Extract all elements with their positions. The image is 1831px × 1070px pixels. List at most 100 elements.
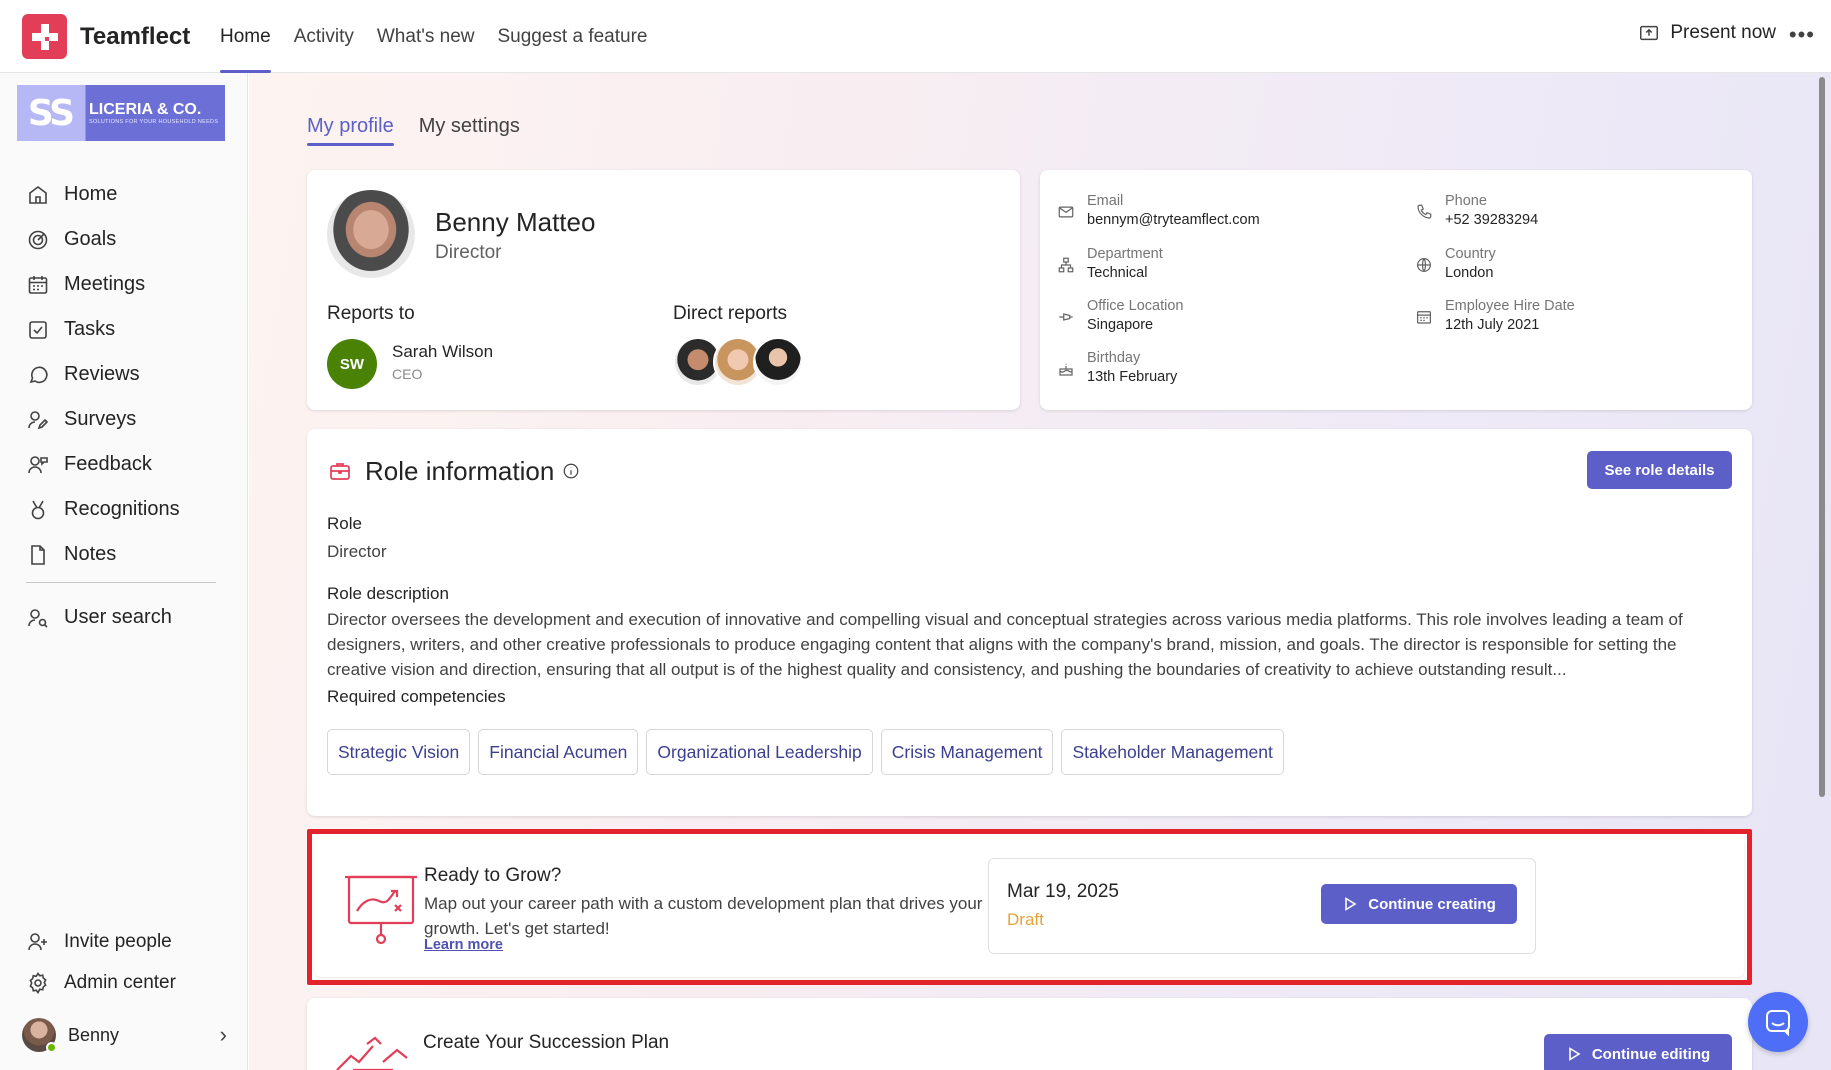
birthday-label: Birthday bbox=[1087, 350, 1141, 366]
email-label: Email bbox=[1087, 193, 1124, 209]
email-field: Email bennym@tryteamflect.com bbox=[1057, 193, 1260, 228]
avatar[interactable] bbox=[753, 337, 803, 387]
teamflect-logo-icon[interactable] bbox=[22, 14, 67, 59]
invite-people-button[interactable]: Invite people bbox=[0, 921, 248, 962]
sidebar-item-label: Home bbox=[64, 183, 118, 205]
office-location-field: Office Location Singapore bbox=[1057, 298, 1183, 333]
share-screen-icon bbox=[1640, 25, 1659, 41]
nav-suggest-feature[interactable]: Suggest a feature bbox=[497, 0, 647, 73]
sidebar-item-notes[interactable]: Notes bbox=[0, 532, 248, 577]
manager-avatar[interactable]: SW bbox=[327, 339, 377, 389]
profile-avatar bbox=[327, 190, 415, 278]
current-user-name: Benny bbox=[68, 1024, 120, 1045]
tab-my-settings[interactable]: My settings bbox=[419, 115, 520, 144]
sidebar-item-label: Surveys bbox=[64, 408, 137, 430]
avatar bbox=[22, 1018, 57, 1053]
play-icon bbox=[1569, 1047, 1581, 1061]
department-field: Department Technical bbox=[1057, 246, 1163, 281]
continue-creating-button[interactable]: Continue creating bbox=[1321, 884, 1517, 924]
chat-icon bbox=[1766, 1010, 1790, 1037]
survey-icon bbox=[28, 410, 49, 429]
admin-center-label: Admin center bbox=[64, 971, 176, 993]
status-badge: Draft bbox=[1007, 910, 1044, 929]
presentation-chart-icon bbox=[345, 875, 417, 945]
hire-date-field: Employee Hire Date 12th July 2021 bbox=[1415, 298, 1575, 333]
briefcase-icon bbox=[330, 463, 350, 480]
chat-support-button[interactable] bbox=[1748, 992, 1808, 1052]
play-icon bbox=[1345, 897, 1357, 911]
see-role-details-button[interactable]: See role details bbox=[1587, 451, 1732, 489]
current-user-menu[interactable]: Benny › bbox=[22, 1017, 227, 1053]
sidebar-item-recognitions[interactable]: Recognitions bbox=[0, 487, 248, 532]
role-label: Role bbox=[327, 514, 362, 533]
profile-card: Benny Matteo Director Reports to Direct … bbox=[307, 170, 1020, 410]
tab-my-profile[interactable]: My profile bbox=[307, 115, 394, 146]
nav-whats-new[interactable]: What's new bbox=[377, 0, 475, 73]
hire-date-value: 12th July 2021 bbox=[1445, 317, 1540, 333]
sidebar-item-reviews[interactable]: Reviews bbox=[0, 352, 248, 397]
sidebar-item-label: Feedback bbox=[64, 453, 152, 475]
reports-to-label: Reports to bbox=[327, 303, 415, 324]
sidebar-item-label: Recognitions bbox=[64, 498, 180, 520]
admin-center-button[interactable]: Admin center bbox=[0, 962, 248, 1003]
competency-chip[interactable]: Crisis Management bbox=[880, 729, 1054, 775]
ready-to-grow-card: Ready to Grow? Map out your career path … bbox=[307, 829, 1752, 985]
succession-plan-title: Create Your Succession Plan bbox=[423, 1032, 670, 1053]
competency-chip[interactable]: Financial Acumen bbox=[478, 729, 639, 775]
required-competencies-label: Required competencies bbox=[327, 687, 506, 706]
ready-to-grow-description: Map out your career path with a custom d… bbox=[424, 894, 983, 938]
contact-card: Email bennym@tryteamflect.com Phone +52 39… bbox=[1040, 170, 1752, 410]
competencies-list: Strategic Vision Financial Acumen Organi… bbox=[327, 729, 1284, 775]
phone-value: +52 39283294 bbox=[1445, 212, 1539, 228]
role-description-label: Role description bbox=[327, 584, 449, 603]
nav-home[interactable]: Home bbox=[220, 0, 271, 73]
chevron-right-icon: › bbox=[219, 1022, 227, 1047]
goal-icon bbox=[28, 230, 48, 249]
direct-reports-label: Direct reports bbox=[673, 303, 788, 324]
sidebar: SS LICERIA & CO. SOLUTIONS FOR YOUR HOUS… bbox=[0, 73, 248, 1070]
learn-more-link[interactable]: Learn more bbox=[424, 937, 503, 953]
company-tagline: SOLUTIONS FOR YOUR HOUSEHOLD NEEDS bbox=[89, 119, 219, 125]
vertical-scrollbar[interactable] bbox=[1819, 77, 1825, 797]
continue-editing-button[interactable]: Continue editing bbox=[1544, 1034, 1732, 1070]
succession-plan-card: Create Your Succession Plan Continue edi… bbox=[307, 998, 1752, 1070]
office-location-label: Office Location bbox=[1087, 298, 1184, 314]
office-location-value: Singapore bbox=[1087, 317, 1154, 333]
country-label: Country bbox=[1445, 246, 1496, 262]
sidebar-item-feedback[interactable]: Feedback bbox=[0, 442, 248, 487]
gear-icon bbox=[29, 971, 47, 994]
info-icon[interactable] bbox=[562, 462, 580, 480]
present-now-button[interactable]: Present now bbox=[1638, 22, 1776, 44]
more-options-icon[interactable]: ••• bbox=[1789, 22, 1815, 48]
sidebar-item-label: Reviews bbox=[64, 363, 140, 385]
sidebar-item-user-search[interactable]: User search bbox=[0, 595, 172, 640]
direct-reports-avatars bbox=[673, 337, 803, 387]
birthday-field: Birthday 13th February bbox=[1057, 350, 1177, 385]
sidebar-item-goals[interactable]: Goals bbox=[0, 217, 248, 262]
sidebar-item-tasks[interactable]: Tasks bbox=[0, 307, 248, 352]
role-value: Director bbox=[327, 542, 387, 561]
add-person-icon bbox=[28, 932, 47, 950]
nav-activity[interactable]: Activity bbox=[294, 0, 354, 73]
competency-chip[interactable]: Organizational Leadership bbox=[646, 729, 873, 775]
top-bar: Teamflect Home Activity What's new Sugge… bbox=[0, 0, 1831, 73]
continue-editing-label: Continue editing bbox=[1591, 1045, 1711, 1063]
mail-icon bbox=[1058, 206, 1074, 218]
sidebar-item-surveys[interactable]: Surveys bbox=[0, 397, 248, 442]
home-icon bbox=[29, 185, 47, 204]
competency-chip[interactable]: Strategic Vision bbox=[327, 729, 471, 775]
company-name: LICERIA & CO. bbox=[89, 101, 202, 118]
sidebar-item-meetings[interactable]: Meetings bbox=[0, 262, 248, 307]
role-information-heading: Role information bbox=[365, 456, 555, 486]
company-banner: SS LICERIA & CO. SOLUTIONS FOR YOUR HOUS… bbox=[17, 85, 225, 141]
continue-creating-label: Continue creating bbox=[1368, 895, 1496, 913]
sidebar-item-label: Tasks bbox=[64, 318, 116, 340]
competency-chip[interactable]: Stakeholder Management bbox=[1061, 729, 1284, 775]
cake-icon bbox=[1059, 363, 1073, 376]
medal-icon bbox=[31, 500, 45, 519]
sidebar-item-home[interactable]: Home bbox=[0, 172, 248, 217]
manager-name[interactable]: Sarah Wilson bbox=[392, 342, 493, 362]
globe-icon bbox=[1417, 258, 1431, 272]
sidebar-bottom: Invite people Admin center bbox=[0, 921, 248, 1003]
top-nav: Home Activity What's new Suggest a featu… bbox=[220, 0, 647, 73]
